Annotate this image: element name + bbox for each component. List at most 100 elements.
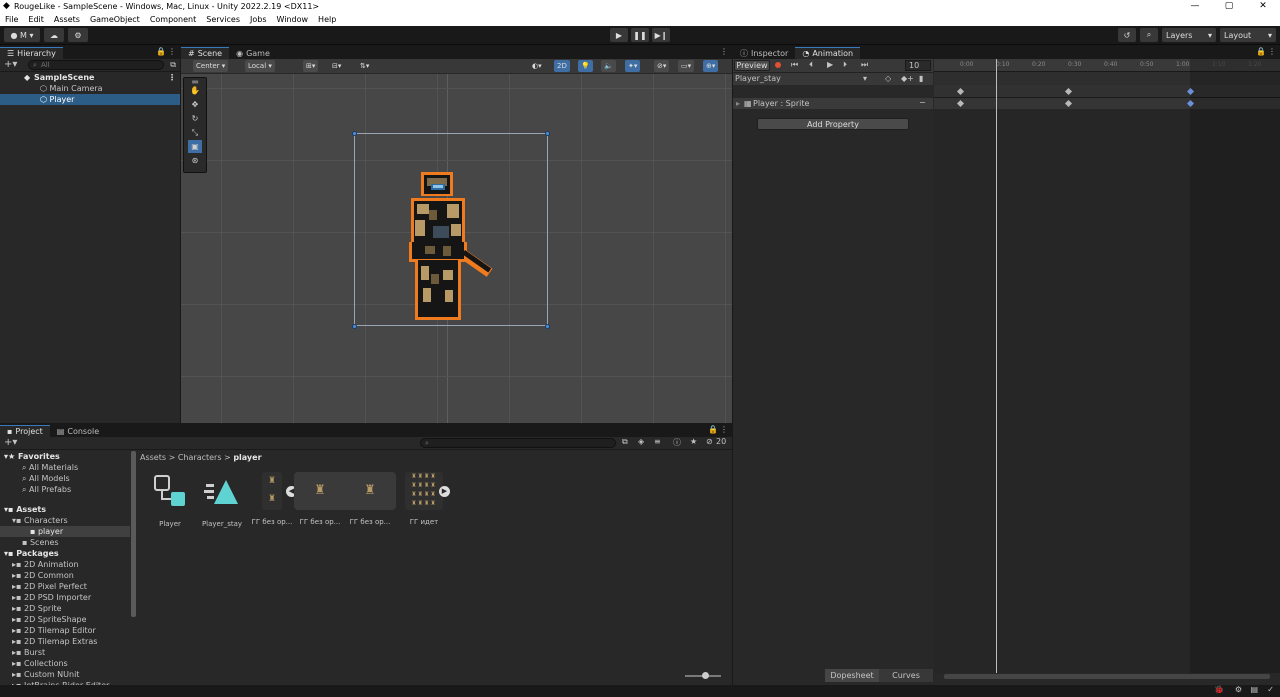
close-icon[interactable]: ✕ (1246, 0, 1280, 12)
pivot-dropdown[interactable]: Center ▾ (193, 60, 229, 72)
package-item[interactable]: ▸▪ 2D PSD Importer (0, 592, 130, 603)
menu-file[interactable]: File (0, 15, 23, 24)
asset-sprite[interactable]: ♜ ГГ без ор... (298, 472, 342, 526)
menu-edit[interactable]: Edit (23, 15, 49, 24)
favorite-item[interactable]: ⌕ All Materials (0, 462, 130, 473)
next-key-icon[interactable]: ⏵ (843, 60, 847, 70)
package-item[interactable]: ▸▪ 2D SpriteShape (0, 614, 130, 625)
last-key-icon[interactable]: ⏭ (861, 60, 868, 70)
bug-icon[interactable]: 🐞 (1214, 685, 1224, 694)
rect-handle[interactable] (545, 131, 550, 136)
menu-gameobject[interactable]: GameObject (85, 15, 145, 24)
property-row[interactable]: ▸ ▦ Player : Sprite − (733, 98, 933, 109)
search-by-type-icon[interactable]: ⧉ (622, 437, 628, 447)
menu-assets[interactable]: Assets (49, 15, 85, 24)
favorite-item[interactable]: ⌕ All Prefabs (0, 484, 130, 495)
asset-sprite-sheet[interactable]: ♜♜♜♜ ♜♜♜♜ ♜♜♜♜ ♜♜♜♜ ГГ идет (402, 472, 446, 526)
first-key-icon[interactable]: ⏮ (791, 60, 798, 70)
info-icon[interactable]: ⓘ (673, 437, 681, 448)
package-item[interactable]: ▸▪ Burst (0, 647, 130, 658)
rect-handle[interactable] (545, 324, 550, 329)
menu-window[interactable]: Window (272, 15, 314, 24)
assets-header[interactable]: ▾▪ Assets (0, 504, 130, 515)
package-item[interactable]: ▸▪ 2D Tilemap Editor (0, 625, 130, 636)
tab-game[interactable]: ◉ Game (229, 47, 277, 59)
transform-tool-icon[interactable]: ⊛ (188, 154, 202, 167)
menu-help[interactable]: Help (313, 15, 341, 24)
rect-handle[interactable] (352, 131, 357, 136)
scene-root[interactable]: ◆ SampleScene ⋮ (0, 72, 180, 83)
pause-button[interactable]: ❚❚ (631, 28, 649, 42)
cache-icon[interactable]: ▤ (1250, 685, 1258, 694)
tree-scrollbar[interactable] (131, 451, 136, 617)
more-icon[interactable]: ⋮ (168, 72, 176, 83)
minimize-icon[interactable]: — (1178, 0, 1212, 12)
menu-component[interactable]: Component (145, 15, 201, 24)
rotate-tool-icon[interactable]: ↻ (188, 112, 202, 125)
asset-sprite[interactable]: ♜ ГГ без ор... (348, 472, 392, 526)
record-icon[interactable] (773, 60, 783, 70)
hierarchy-search-input[interactable] (41, 61, 159, 69)
package-item[interactable]: ▸▪ 2D Common (0, 570, 130, 581)
gizmos-icon[interactable]: ⊕▾ (703, 60, 719, 72)
add-keyframe-icon[interactable]: ◇ (885, 74, 891, 83)
menu-services[interactable]: Services (201, 15, 245, 24)
hand-tool-icon[interactable]: ✋ (188, 84, 202, 97)
more-icon[interactable]: ⋮ (720, 47, 728, 56)
drag-handle-icon[interactable]: ▬ (188, 77, 202, 86)
scene-viewport[interactable]: ▬ ✋ ✥ ↻ ⤡ ▣ ⊛ (181, 74, 732, 423)
add-event-icon[interactable]: ◆+ (901, 74, 914, 83)
lock-icon[interactable]: 🔒 (708, 425, 718, 434)
expand-arrow-icon[interactable]: ▸ (736, 99, 740, 108)
more-icon[interactable]: ⋮ (168, 47, 176, 56)
shading-mode-icon[interactable]: ◐▾ (529, 60, 545, 72)
play-icon[interactable]: ▶ (827, 60, 833, 69)
tab-console[interactable]: ▤ Console (50, 425, 106, 437)
audio-icon[interactable]: 🔈 (601, 60, 616, 72)
hierarchy-item-main-camera[interactable]: ⬡ Main Camera (0, 83, 180, 94)
package-item[interactable]: ▸▪ 2D Sprite (0, 603, 130, 614)
add-icon[interactable]: +▾ (4, 437, 17, 448)
grid-toggle-icon[interactable]: ⊟▾ (329, 60, 345, 72)
effects-icon[interactable]: ✦▾ (625, 60, 641, 72)
package-item[interactable]: ▸▪ Custom NUnit (0, 669, 130, 680)
tab-inspector[interactable]: ⓘ Inspector (733, 47, 795, 59)
increment-snap-icon[interactable]: ⇅▾ (357, 60, 373, 72)
dopesheet[interactable]: 0:00 0:10 0:20 0:30 0:40 0:50 1:00 1:10 … (934, 59, 1280, 673)
account-button[interactable]: ● M ▾ (4, 28, 40, 42)
tab-scene[interactable]: # Scene (181, 47, 230, 59)
timeline-scrollbar[interactable] (944, 674, 1270, 679)
space-dropdown[interactable]: Local ▾ (245, 60, 275, 72)
player-sprite[interactable] (407, 170, 503, 326)
remove-property-icon[interactable]: − (919, 98, 926, 107)
star-icon[interactable]: ★ (690, 437, 697, 446)
project-search-input[interactable]: ⌕ (420, 438, 616, 448)
icon-size-slider-thumb[interactable] (702, 672, 709, 679)
tree-folder-scenes[interactable]: ▪ Scenes (0, 537, 130, 548)
cloud-icon[interactable]: ☁ (44, 28, 64, 42)
checkmark-icon[interactable]: ✓ (1267, 685, 1274, 694)
playhead[interactable] (996, 59, 997, 673)
maximize-icon[interactable]: ▢ (1212, 0, 1246, 12)
asset-animation-clip[interactable]: Player_stay (200, 474, 244, 528)
move-tool-icon[interactable]: ✥ (188, 98, 202, 111)
frame-field[interactable]: 10 (905, 60, 931, 71)
progress-icon[interactable]: ⚙ (1235, 685, 1242, 694)
favorites-header[interactable]: ▾★ Favorites (0, 451, 130, 462)
grid-snap-icon[interactable]: ⊞▾ (303, 60, 319, 72)
favorite-item[interactable]: ⌕ All Models (0, 473, 130, 484)
add-icon[interactable]: +▾ (4, 59, 17, 70)
tree-folder-characters[interactable]: ▾▪ Characters (0, 515, 130, 526)
2d-mode-toggle[interactable]: 2D (554, 60, 570, 72)
layout-dropdown[interactable]: Layout ▾ (1220, 28, 1276, 42)
breadcrumb-characters[interactable]: Characters (178, 453, 222, 462)
package-item[interactable]: ▸▪ Collections (0, 658, 130, 669)
search-settings-icon[interactable]: ≡ (654, 437, 661, 446)
dopesheet-tab[interactable]: Dopesheet (825, 669, 879, 682)
event-marker-icon[interactable]: ▮ (919, 74, 923, 83)
step-button[interactable]: ▶❙ (652, 28, 670, 42)
menu-jobs[interactable]: Jobs (245, 15, 272, 24)
breadcrumb-assets[interactable]: Assets (140, 453, 166, 462)
tab-hierarchy[interactable]: ☰ Hierarchy (0, 47, 63, 59)
package-item[interactable]: ▸▪ 2D Tilemap Extras (0, 636, 130, 647)
